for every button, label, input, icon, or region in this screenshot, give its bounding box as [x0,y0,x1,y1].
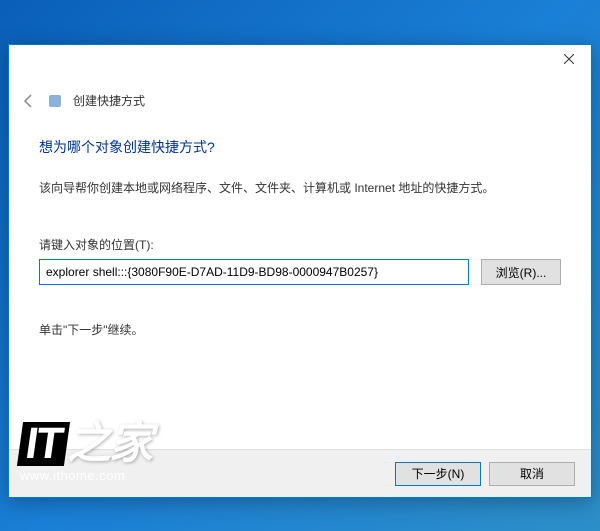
close-icon [564,54,574,64]
title-row: 创建快捷方式 [21,92,145,109]
watermark-prefix: IT [17,422,70,466]
next-button[interactable]: 下一步(N) [395,462,481,486]
watermark-suffix: 之家 [67,419,151,468]
browse-button[interactable]: 浏览(R)... [481,259,561,285]
watermark-logo: IT之家 [20,422,151,466]
instruction: 单击"下一步"继续。 [39,321,561,338]
cancel-button[interactable]: 取消 [489,462,575,486]
input-row: 浏览(R)... [39,259,561,285]
location-input[interactable] [39,259,469,285]
dialog-title: 创建快捷方式 [73,92,145,109]
back-arrow-icon [21,93,37,109]
location-label: 请键入对象的位置(T): [39,236,561,253]
titlebar: 创建快捷方式 [9,45,591,117]
back-button[interactable] [21,93,37,109]
dialog-content: 想为哪个对象创建快捷方式? 该向导帮你创建本地或网络程序、文件、文件夹、计算机或… [9,117,591,449]
heading: 想为哪个对象创建快捷方式? [39,137,561,157]
close-button[interactable] [546,45,591,73]
watermark-url: www.ithome.com [20,468,151,483]
shortcut-icon [49,95,61,107]
watermark: IT之家 www.ithome.com [20,422,151,483]
description: 该向导帮你创建本地或网络程序、文件、文件夹、计算机或 Internet 地址的快… [39,179,561,196]
